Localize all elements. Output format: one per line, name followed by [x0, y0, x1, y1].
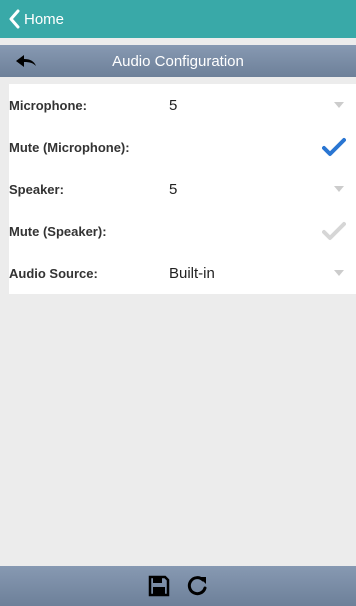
chevron-down-icon[interactable] [334, 102, 344, 108]
microphone-row[interactable]: Microphone: 5 [9, 84, 356, 126]
mute-speaker-row[interactable]: Mute (Speaker): [9, 210, 356, 252]
top-nav-bar: Home [0, 0, 356, 38]
home-back-button[interactable]: Home [0, 0, 64, 38]
speaker-row[interactable]: Speaker: 5 [9, 168, 356, 210]
speaker-label: Speaker: [9, 181, 64, 197]
mute-microphone-row[interactable]: Mute (Microphone): [9, 126, 356, 168]
audio-source-select-value[interactable]: Built-in [169, 265, 215, 282]
floppy-disk-icon[interactable] [148, 575, 170, 597]
reply-arrow-icon[interactable] [14, 51, 38, 71]
audio-settings-form: Microphone: 5 Mute (Microphone): Speaker… [9, 84, 356, 294]
bottom-toolbar [0, 566, 356, 606]
checkmark-icon[interactable] [322, 221, 346, 241]
section-header-bar: Audio Configuration [0, 45, 356, 77]
mute-speaker-label: Mute (Speaker): [9, 223, 107, 239]
checkmark-icon[interactable] [322, 137, 346, 157]
home-back-label: Home [24, 10, 65, 28]
refresh-icon[interactable] [186, 575, 208, 597]
microphone-select-value[interactable]: 5 [169, 97, 177, 114]
audio-source-row[interactable]: Audio Source: Built-in [9, 252, 356, 294]
microphone-label: Microphone: [9, 97, 87, 113]
speaker-select-value[interactable]: 5 [169, 181, 177, 198]
chevron-left-icon [9, 9, 20, 29]
audio-source-label: Audio Source: [9, 265, 98, 281]
chevron-down-icon[interactable] [334, 186, 344, 192]
mute-microphone-label: Mute (Microphone): [9, 139, 130, 155]
page-title: Audio Configuration [112, 52, 244, 70]
chevron-down-icon[interactable] [334, 270, 344, 276]
